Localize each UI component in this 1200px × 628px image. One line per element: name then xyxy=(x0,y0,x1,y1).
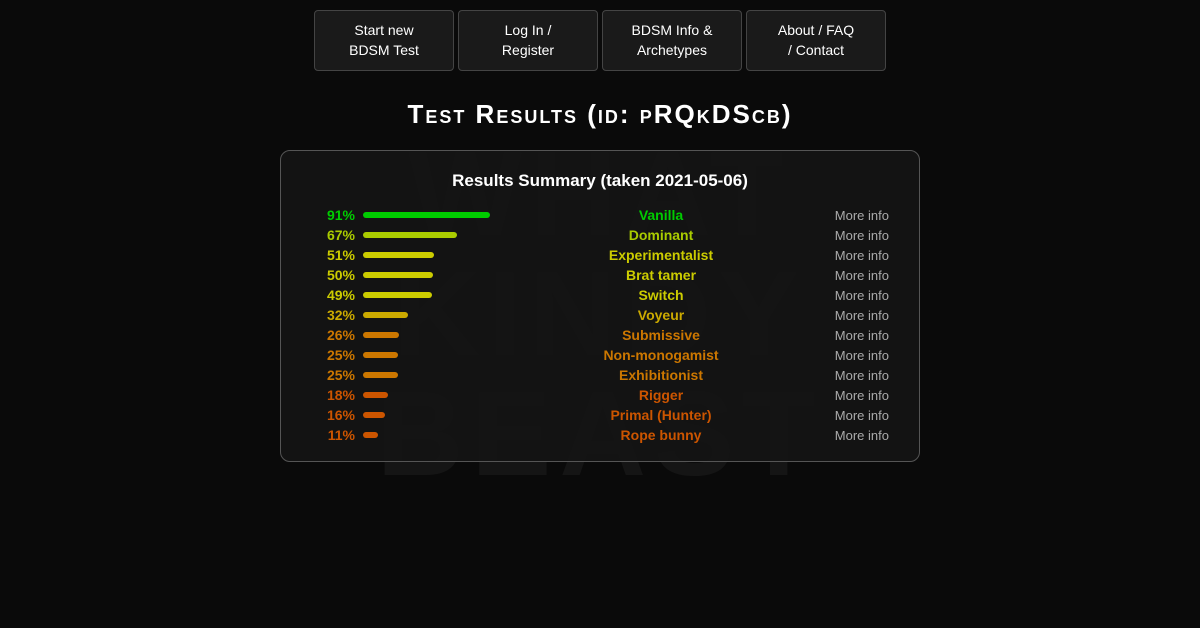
result-label: Exhibitionist xyxy=(523,367,799,383)
main-nav: Start newBDSM Test Log In /Register BDSM… xyxy=(0,0,1200,81)
result-percent: 91% xyxy=(311,207,363,223)
result-row: 16% Primal (Hunter) More info xyxy=(311,407,889,423)
more-info-link[interactable]: More info xyxy=(799,288,889,303)
result-percent: 49% xyxy=(311,287,363,303)
result-bar xyxy=(363,392,388,398)
result-bar xyxy=(363,372,398,378)
result-row: 67% Dominant More info xyxy=(311,227,889,243)
result-row: 11% Rope bunny More info xyxy=(311,427,889,443)
result-percent: 25% xyxy=(311,367,363,383)
result-percent: 11% xyxy=(311,427,363,443)
more-info-link[interactable]: More info xyxy=(799,348,889,363)
result-bar-container xyxy=(363,312,523,318)
result-row: 26% Submissive More info xyxy=(311,327,889,343)
bdsm-info-button[interactable]: BDSM Info &Archetypes xyxy=(602,10,742,71)
result-bar-container xyxy=(363,432,523,438)
result-label: Primal (Hunter) xyxy=(523,407,799,423)
more-info-link[interactable]: More info xyxy=(799,248,889,263)
result-row: 49% Switch More info xyxy=(311,287,889,303)
result-bar-container xyxy=(363,252,523,258)
result-label: Non-monogamist xyxy=(523,347,799,363)
log-in-button[interactable]: Log In /Register xyxy=(458,10,598,71)
result-label: Switch xyxy=(523,287,799,303)
results-heading: Results Summary (taken 2021-05-06) xyxy=(311,171,889,191)
result-bar-container xyxy=(363,212,523,218)
result-bar xyxy=(363,352,398,358)
result-row: 50% Brat tamer More info xyxy=(311,267,889,283)
result-bar xyxy=(363,312,408,318)
result-percent: 32% xyxy=(311,307,363,323)
more-info-link[interactable]: More info xyxy=(799,368,889,383)
result-bar xyxy=(363,252,434,258)
result-row: 32% Voyeur More info xyxy=(311,307,889,323)
result-percent: 50% xyxy=(311,267,363,283)
result-bar xyxy=(363,412,385,418)
result-bar xyxy=(363,432,378,438)
about-faq-button[interactable]: About / FAQ/ Contact xyxy=(746,10,886,71)
result-bar-container xyxy=(363,272,523,278)
result-label: Voyeur xyxy=(523,307,799,323)
page-title: Test Results (id: pRQkDScb) xyxy=(0,99,1200,130)
result-percent: 25% xyxy=(311,347,363,363)
result-label: Submissive xyxy=(523,327,799,343)
result-row: 25% Non-monogamist More info xyxy=(311,347,889,363)
result-percent: 51% xyxy=(311,247,363,263)
more-info-link[interactable]: More info xyxy=(799,268,889,283)
result-bar-container xyxy=(363,232,523,238)
result-bar-container xyxy=(363,372,523,378)
result-bar-container xyxy=(363,352,523,358)
more-info-link[interactable]: More info xyxy=(799,408,889,423)
result-percent: 67% xyxy=(311,227,363,243)
result-row: 51% Experimentalist More info xyxy=(311,247,889,263)
result-bar xyxy=(363,212,490,218)
result-bar-container xyxy=(363,292,523,298)
result-bar-container xyxy=(363,332,523,338)
result-bar xyxy=(363,272,433,278)
result-label: Dominant xyxy=(523,227,799,243)
result-row: 18% Rigger More info xyxy=(311,387,889,403)
more-info-link[interactable]: More info xyxy=(799,228,889,243)
result-label: Vanilla xyxy=(523,207,799,223)
more-info-link[interactable]: More info xyxy=(799,208,889,223)
result-label: Brat tamer xyxy=(523,267,799,283)
more-info-link[interactable]: More info xyxy=(799,328,889,343)
result-percent: 16% xyxy=(311,407,363,423)
result-label: Experimentalist xyxy=(523,247,799,263)
more-info-link[interactable]: More info xyxy=(799,388,889,403)
results-list: 91% Vanilla More info 67% Dominant More … xyxy=(311,207,889,443)
start-test-button[interactable]: Start newBDSM Test xyxy=(314,10,454,71)
result-bar xyxy=(363,292,432,298)
result-bar xyxy=(363,232,457,238)
result-bar-container xyxy=(363,412,523,418)
result-row: 25% Exhibitionist More info xyxy=(311,367,889,383)
result-percent: 26% xyxy=(311,327,363,343)
result-label: Rigger xyxy=(523,387,799,403)
result-row: 91% Vanilla More info xyxy=(311,207,889,223)
more-info-link[interactable]: More info xyxy=(799,428,889,443)
results-container: Results Summary (taken 2021-05-06) 91% V… xyxy=(280,150,920,462)
more-info-link[interactable]: More info xyxy=(799,308,889,323)
result-percent: 18% xyxy=(311,387,363,403)
result-bar-container xyxy=(363,392,523,398)
result-bar xyxy=(363,332,399,338)
result-label: Rope bunny xyxy=(523,427,799,443)
